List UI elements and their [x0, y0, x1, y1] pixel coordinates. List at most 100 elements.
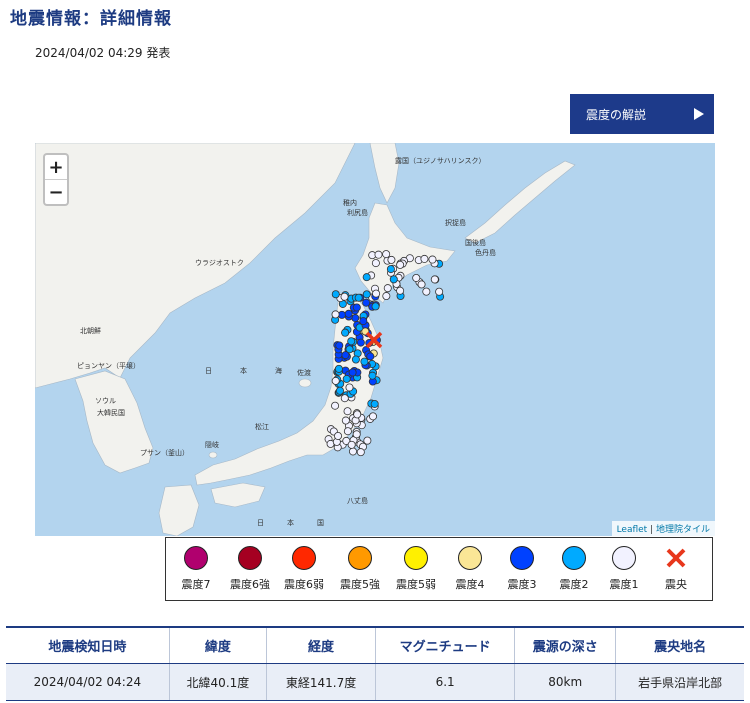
header-magnitude: マグニチュード — [374, 626, 515, 664]
earthquake-map[interactable]: 露国（ユジノサハリンスク） ウラジオストク 北朝鮮 ピョンヤン（平壌） ソウル … — [35, 143, 715, 536]
shindo-6-lower-swatch — [292, 546, 316, 570]
legend-item-shindo-5-upper: 震度5強 — [332, 546, 388, 592]
korea-landmass — [74, 370, 154, 474]
station-marker — [368, 412, 377, 421]
station-marker — [417, 280, 426, 289]
station-marker — [354, 293, 363, 302]
map-attribution: Leaflet | 地理院タイル — [611, 521, 715, 536]
label-pacific-2: 本 — [287, 518, 294, 527]
shindo-5-upper-swatch — [348, 546, 372, 570]
oki-island — [208, 451, 218, 459]
table-row: 2024/04/02 04:24 北緯40.1度 東経141.7度 6.1 80… — [6, 663, 744, 701]
kuril-islands — [464, 160, 576, 244]
intensity-legend: 震度7 震度6強 震度6弱 震度5強 震度5弱 震度4 震度3 震度2 震度1 … — [165, 537, 713, 601]
station-marker — [351, 314, 360, 323]
header-longitude: 経度 — [266, 626, 376, 664]
shindo-4-swatch — [458, 546, 482, 570]
zoom-control: + − — [43, 153, 69, 206]
station-marker — [347, 440, 356, 449]
cell-detection-time: 2024/04/02 04:24 — [6, 663, 170, 701]
station-marker — [343, 427, 352, 436]
legend-item-shindo-4: 震度4 — [442, 546, 498, 592]
attribution-separator: | — [647, 525, 656, 535]
sakhalin-landmass — [369, 143, 400, 204]
legend-item-shindo-5-lower: 震度5弱 — [388, 546, 444, 592]
header-detection-time: 地震検知日時 — [6, 626, 170, 664]
station-marker — [341, 328, 350, 337]
announcement-time: 2024/04/02 04:29 発表 — [35, 46, 171, 60]
station-marker — [412, 273, 421, 282]
legend-label: 震度1 — [609, 578, 639, 591]
station-marker — [347, 337, 356, 346]
legend-item-shindo-7: 震度7 — [168, 546, 224, 592]
intensity-explanation-label: 震度の解説 — [586, 107, 647, 122]
map-canvas: 露国（ユジノサハリンスク） ウラジオストク 北朝鮮 ピョンヤン（平壌） ソウル … — [35, 143, 576, 536]
intensity-explanation-button[interactable]: 震度の解説 — [570, 94, 714, 134]
station-marker — [360, 357, 369, 366]
shindo-2-swatch — [562, 546, 586, 570]
station-marker — [396, 260, 405, 269]
label-oki: 隠岐 — [205, 440, 219, 449]
label-sado: 佐渡 — [297, 368, 311, 377]
station-marker — [356, 338, 365, 347]
station-marker — [386, 265, 395, 274]
station-marker — [428, 255, 437, 264]
station-marker — [359, 317, 368, 326]
station-marker — [352, 303, 361, 312]
legend-item-shindo-6-lower: 震度6弱 — [276, 546, 332, 592]
header-epicenter-name: 震央地名 — [615, 626, 744, 664]
shindo-3-swatch — [510, 546, 534, 570]
legend-label: 震度6弱 — [284, 578, 324, 591]
legend-label: 震度3 — [507, 578, 537, 591]
cell-epicenter-name: 岩手県沿岸北部 — [615, 663, 744, 701]
zoom-in-button[interactable]: + — [45, 155, 67, 179]
label-kunashir: 国後島 — [465, 238, 486, 247]
legend-item-shindo-3: 震度3 — [494, 546, 550, 592]
label-pyongyang: ピョンヤン（平壌） — [77, 361, 140, 370]
station-marker — [374, 250, 383, 259]
page-title: 地震情報：詳細情報 — [10, 9, 172, 29]
arrow-right-icon — [694, 108, 704, 120]
legend-label: 震央 — [665, 578, 687, 591]
label-vladivostok: ウラジオストク — [195, 259, 244, 267]
header-latitude: 緯度 — [168, 626, 267, 664]
sado-island — [298, 378, 312, 388]
label-sea-of-japan-3: 海 — [275, 366, 282, 375]
station-marker — [363, 436, 372, 445]
station-marker — [336, 386, 345, 395]
label-wakkanai: 稚内 — [343, 198, 357, 207]
zoom-out-button[interactable]: − — [45, 179, 67, 204]
label-sea-of-japan-1: 日 — [205, 367, 212, 375]
shindo-5-lower-swatch — [404, 546, 428, 570]
station-marker — [362, 273, 371, 282]
station-marker — [370, 399, 379, 408]
label-rebun: 利尻島 — [347, 208, 368, 217]
label-etorofu: 択捉島 — [445, 218, 466, 227]
station-marker — [331, 310, 340, 319]
leaflet-link[interactable]: Leaflet — [617, 525, 648, 535]
station-marker — [334, 364, 343, 373]
shindo-6-upper-swatch — [238, 546, 262, 570]
tile-source-link[interactable]: 地理院タイル — [656, 525, 710, 535]
legend-item-shindo-2: 震度2 — [546, 546, 602, 592]
label-hachijojima: 八丈島 — [347, 496, 368, 505]
station-marker — [343, 407, 352, 416]
station-marker — [383, 284, 392, 293]
cell-longitude: 東経141.7度 — [266, 663, 376, 701]
legend-label: 震度6強 — [230, 578, 270, 591]
station-marker — [353, 410, 362, 419]
earthquake-info-table: 地震検知日時 緯度 経度 マグニチュード 震源の深さ 震央地名 2024/04/… — [6, 626, 744, 701]
station-marker — [368, 371, 377, 380]
station-marker — [352, 430, 361, 439]
station-marker — [382, 292, 391, 301]
station-marker — [341, 416, 350, 425]
label-sea-of-japan-2: 本 — [240, 366, 247, 375]
shindo-7-swatch — [184, 546, 208, 570]
label-matsue: 松江 — [255, 422, 269, 431]
station-marker — [348, 447, 357, 456]
station-marker — [382, 250, 391, 259]
label-seoul: ソウル — [95, 397, 116, 405]
label-sakhalin: 露国（ユジノサハリンスク） — [395, 157, 485, 165]
legend-item-shindo-6-upper: 震度6強 — [222, 546, 278, 592]
station-marker — [341, 351, 350, 360]
